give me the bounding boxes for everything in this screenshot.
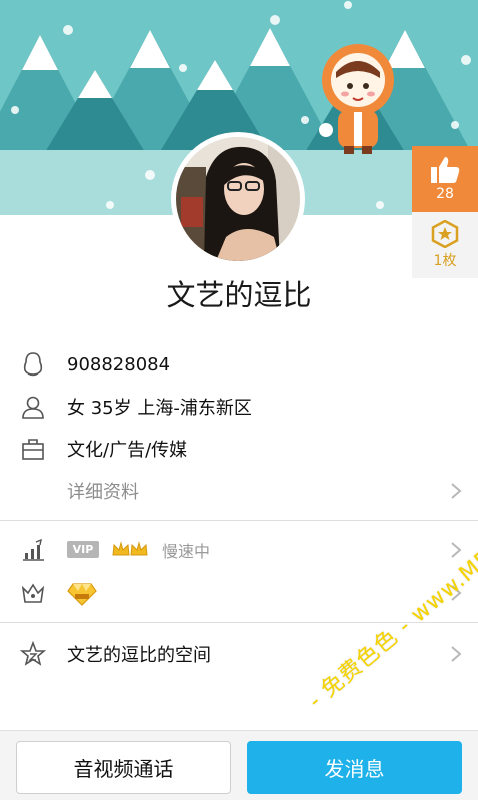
chevron-right-icon: [451, 646, 462, 662]
medal-count: 1枚: [433, 253, 457, 269]
avatar[interactable]: [171, 132, 305, 266]
person-icon: [22, 396, 44, 419]
briefcase-icon: [22, 439, 44, 460]
diamond-badge-icon: [67, 583, 97, 606]
medal-icon: [431, 220, 459, 248]
star-icon: [20, 641, 46, 666]
occupation-row: 文化/广告/传媒: [0, 428, 478, 470]
basic-info: 女 35岁 上海-浦东新区: [67, 398, 252, 419]
thumbs-up-icon: [431, 157, 460, 183]
vip-level-row[interactable]: VIP 慢速中: [0, 529, 478, 571]
vip-speed-status: 慢速中: [162, 542, 211, 561]
crown-level-icon: [112, 541, 148, 556]
crown-icon: [21, 583, 45, 603]
detail-profile-row[interactable]: 详细资料: [0, 470, 478, 512]
vip-tag: VIP: [67, 541, 99, 558]
bottom-action-bar: 音视频通话 发消息: [0, 730, 478, 800]
profile-nickname: 文艺的逗比: [166, 278, 312, 312]
send-message-button[interactable]: 发消息: [247, 741, 462, 794]
qq-number: 908828084: [67, 353, 171, 375]
basic-info-row: 女 35岁 上海-浦东新区: [0, 386, 478, 428]
occupation: 文化/广告/传媒: [67, 440, 188, 461]
like-button[interactable]: 28: [412, 146, 478, 212]
section-divider: [0, 520, 478, 521]
qq-number-row: 908828084: [0, 343, 478, 385]
chevron-right-icon: [451, 483, 462, 499]
video-call-button[interactable]: 音视频通话: [16, 741, 231, 794]
qzone-link[interactable]: 文艺的逗比的空间: [67, 641, 211, 667]
level-chart-icon: [23, 538, 44, 561]
medal-button[interactable]: 1枚: [412, 212, 478, 278]
penguin-icon: [23, 352, 43, 377]
avatar-photo: [176, 137, 300, 261]
like-count: 28: [436, 186, 454, 202]
detail-profile-link[interactable]: 详细资料: [67, 478, 139, 504]
